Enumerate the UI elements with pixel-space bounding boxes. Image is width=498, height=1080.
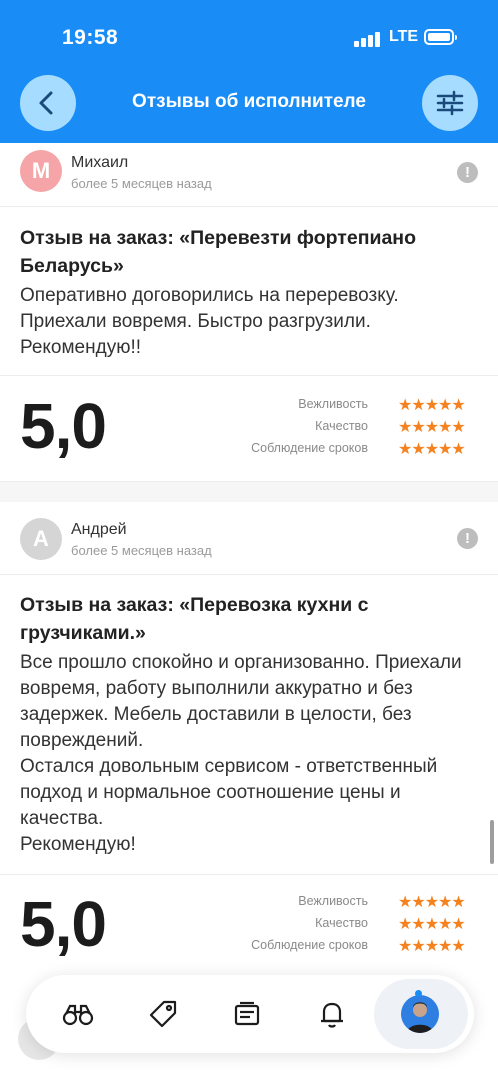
tab-offers[interactable]	[144, 995, 182, 1033]
tag-icon	[149, 1000, 177, 1028]
unread-dot	[415, 990, 422, 997]
criterion-label: Соблюдение сроков	[251, 938, 368, 952]
filter-button[interactable]	[422, 75, 478, 131]
rating-stars: ★★★★★	[398, 397, 466, 414]
overall-score: 5,0	[20, 888, 107, 960]
criterion-label: Качество	[315, 419, 368, 433]
divider	[0, 206, 498, 207]
review-date: более 5 месяцев назад	[71, 176, 212, 191]
scrollbar[interactable]	[490, 820, 494, 864]
tab-notifications[interactable]	[313, 995, 351, 1033]
overall-score: 5,0	[20, 390, 107, 462]
status-time: 19:58	[62, 26, 119, 49]
page-title: Отзывы об исполнителе	[132, 91, 366, 112]
tab-search-orders[interactable]	[59, 995, 97, 1033]
app-header: 19:58 LTE Отзывы об исполнителе	[0, 0, 498, 143]
sliders-icon	[436, 90, 464, 116]
profile-avatar[interactable]	[401, 995, 439, 1033]
review-text: Все прошло спокойно и организованно. При…	[20, 652, 462, 855]
review-text: Оперативно договорились на переревозку. …	[20, 285, 399, 358]
card-gap	[0, 482, 498, 502]
binoculars-icon	[62, 1004, 94, 1026]
criterion-label: Соблюдение сроков	[251, 441, 368, 455]
review-title: Отзыв на заказ: «Перевозка кухни с грузч…	[20, 594, 369, 644]
review-card: М Михаил более 5 месяцев назад ! Отзыв н…	[0, 143, 498, 503]
tab-orders[interactable]	[228, 995, 266, 1033]
network-label: LTE	[389, 28, 419, 45]
author-name[interactable]: Михаил	[71, 154, 128, 172]
tab-bar	[26, 975, 474, 1053]
person-photo	[407, 1002, 433, 1033]
review-title: Отзыв на заказ: «Перевезти фортепиано Бе…	[20, 227, 416, 277]
author-name[interactable]: Андрей	[71, 521, 127, 539]
document-icon	[234, 1001, 260, 1026]
review-card: А Андрей более 5 месяцев назад ! Отзыв н…	[0, 502, 498, 980]
rating-stars: ★★★★★	[398, 419, 466, 436]
bell-icon	[321, 1002, 343, 1028]
review-date: более 5 месяцев назад	[71, 543, 212, 558]
criterion-label: Вежливость	[298, 894, 368, 908]
rating-stars: ★★★★★	[398, 916, 466, 933]
criterion-label: Вежливость	[298, 397, 368, 411]
divider	[0, 375, 498, 376]
author-avatar: М	[20, 150, 62, 192]
criterion-label: Качество	[315, 916, 368, 930]
rating-stars: ★★★★★	[398, 894, 466, 911]
battery-icon	[424, 29, 457, 45]
signal-icon	[354, 31, 382, 47]
status-bar: 19:58 LTE	[0, 22, 498, 54]
report-icon[interactable]: !	[457, 162, 478, 183]
chevron-left-icon	[39, 91, 53, 115]
rating-stars: ★★★★★	[398, 441, 466, 458]
divider	[0, 574, 498, 575]
rating-stars: ★★★★★	[398, 938, 466, 955]
back-button[interactable]	[20, 75, 76, 131]
divider	[0, 874, 498, 875]
author-avatar: А	[20, 518, 62, 560]
report-icon[interactable]: !	[457, 528, 478, 549]
